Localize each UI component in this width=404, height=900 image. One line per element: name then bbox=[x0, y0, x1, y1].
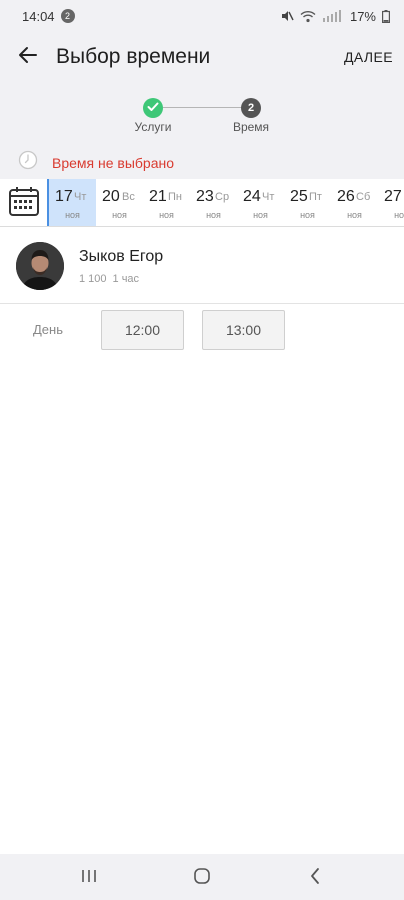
day-month: ноя bbox=[112, 210, 127, 220]
day-number: 17 bbox=[55, 188, 73, 205]
recents-button[interactable] bbox=[77, 866, 101, 890]
back-icon bbox=[308, 867, 322, 890]
day-month: ноя bbox=[253, 210, 268, 220]
day-number: 23 bbox=[196, 188, 214, 205]
wifi-icon bbox=[300, 10, 316, 23]
time-slots: День 12:00 13:00 bbox=[0, 310, 404, 350]
day-number: 24 bbox=[243, 188, 261, 205]
system-nav-bar bbox=[0, 854, 404, 900]
day-number: 25 bbox=[290, 188, 308, 205]
time-slot-button[interactable]: 13:00 bbox=[202, 310, 285, 350]
notification-badge: 2 bbox=[60, 9, 75, 23]
day-number: 27 bbox=[384, 188, 402, 205]
page-title: Выбор времени bbox=[56, 45, 211, 68]
day-weekday: Пт bbox=[309, 191, 322, 203]
step-time-label: Время bbox=[232, 120, 270, 134]
day-number: 20 bbox=[102, 188, 120, 205]
status-time: 14:04 bbox=[22, 8, 55, 24]
day-26[interactable]: 26 Сб ноя bbox=[331, 179, 378, 226]
warning-text: Время не выбрано bbox=[52, 154, 175, 171]
day-month: ноя bbox=[159, 210, 174, 220]
day-month: ноя bbox=[65, 210, 80, 220]
next-button[interactable]: ДАЛЕЕ bbox=[344, 49, 393, 65]
day-20[interactable]: 20 Вс ноя bbox=[96, 179, 143, 226]
step-time-indicator: 2 bbox=[241, 98, 261, 118]
day-weekday: Сб bbox=[356, 191, 371, 203]
mute-icon bbox=[280, 9, 294, 23]
step-services-label: Услуги bbox=[134, 120, 172, 134]
time-warning: Время не выбрано bbox=[0, 146, 404, 179]
back-button[interactable] bbox=[0, 32, 56, 82]
day-weekday: Ср bbox=[215, 191, 230, 203]
day-month: ноя bbox=[394, 210, 404, 220]
period-label: День bbox=[33, 322, 63, 337]
day-21[interactable]: 21 Пн ноя bbox=[143, 179, 190, 226]
day-17[interactable]: 17 Чт ноя bbox=[49, 179, 96, 226]
stepper-connector bbox=[163, 107, 243, 108]
day-number: 21 bbox=[149, 188, 167, 205]
date-strip: 17 Чт ноя 20 Вс ноя 21 Пн ноя 23 Ср ноя … bbox=[0, 179, 404, 227]
calendar-icon bbox=[8, 185, 40, 222]
day-month: ноя bbox=[300, 210, 315, 220]
master-row[interactable]: Зыков Егор 1 100 1 час bbox=[0, 228, 404, 304]
clock-icon bbox=[18, 150, 38, 175]
status-bar: 14:04 2 17% bbox=[0, 0, 404, 32]
battery-icon bbox=[382, 9, 390, 23]
app-header: Выбор времени ДАЛЕЕ bbox=[0, 32, 404, 82]
master-meta: 1 100 1 час bbox=[79, 273, 139, 285]
home-button[interactable] bbox=[190, 866, 214, 890]
time-slot-button[interactable]: 12:00 bbox=[101, 310, 184, 350]
day-weekday: Чт bbox=[262, 191, 275, 203]
avatar bbox=[16, 242, 64, 290]
check-icon bbox=[147, 102, 159, 115]
step-services-indicator bbox=[143, 98, 163, 118]
day-23[interactable]: 23 Ср ноя bbox=[190, 179, 237, 226]
home-icon bbox=[192, 866, 212, 891]
day-weekday: Пн bbox=[168, 191, 182, 203]
service-price: 1 100 bbox=[79, 273, 107, 285]
day-25[interactable]: 25 Пт ноя bbox=[284, 179, 331, 226]
day-24[interactable]: 24 Чт ноя bbox=[237, 179, 284, 226]
recents-icon bbox=[80, 868, 98, 889]
signal-icon bbox=[322, 10, 344, 22]
stepper bbox=[0, 82, 404, 146]
arrow-left-icon bbox=[18, 46, 38, 69]
system-back-button[interactable] bbox=[303, 866, 327, 890]
day-weekday: Чт bbox=[74, 191, 87, 203]
battery-text: 17% bbox=[349, 8, 376, 24]
status-icons: 17% bbox=[280, 9, 390, 24]
day-month: ноя bbox=[206, 210, 221, 220]
day-27[interactable]: 27 ноя bbox=[378, 179, 404, 226]
calendar-button[interactable] bbox=[0, 179, 47, 226]
day-weekday: Вс bbox=[122, 191, 135, 203]
master-name: Зыков Егор bbox=[79, 248, 164, 265]
day-month: ноя bbox=[347, 210, 362, 220]
service-duration: 1 час bbox=[112, 273, 140, 285]
day-number: 26 bbox=[337, 188, 355, 205]
